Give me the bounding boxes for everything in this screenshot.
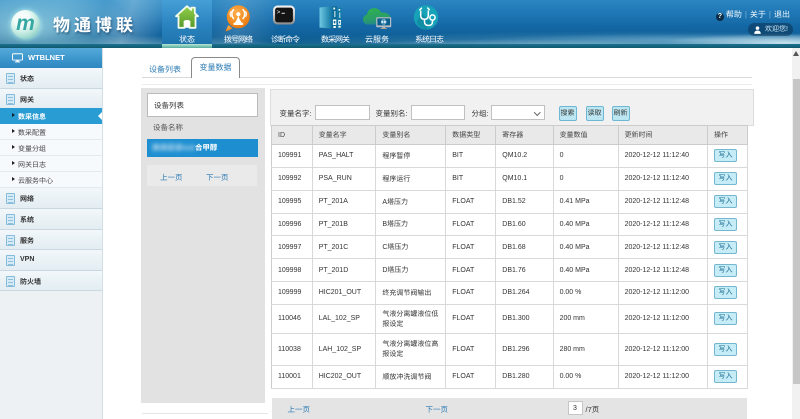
svg-text:>: > xyxy=(276,9,280,16)
